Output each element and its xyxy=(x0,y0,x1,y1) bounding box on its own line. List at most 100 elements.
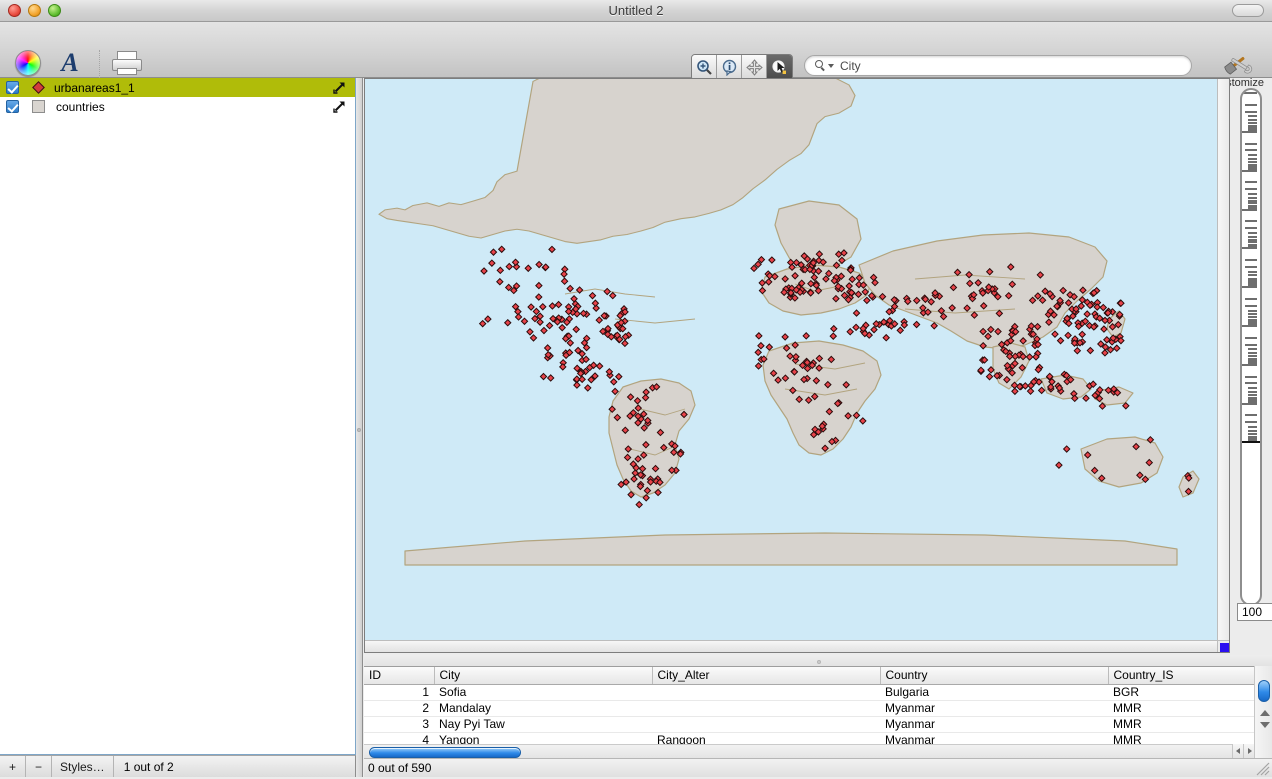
color-wheel-icon xyxy=(15,50,41,76)
zoom-scale-slider[interactable] xyxy=(1240,88,1262,606)
scale-tick xyxy=(1241,209,1257,211)
printer-icon xyxy=(112,50,142,76)
scroll-up-icon[interactable] xyxy=(1260,710,1270,716)
filter-search-input[interactable]: City xyxy=(804,55,1192,76)
layer-row-urbanareas[interactable]: urbanareas1_1 xyxy=(0,78,355,97)
select-tool-button[interactable] xyxy=(767,55,792,80)
column-header-country[interactable]: Country xyxy=(880,667,1108,684)
scale-tick xyxy=(1245,298,1257,300)
cell-city_alter xyxy=(652,700,880,716)
attribute-table[interactable]: ID City City_Alter Country Country_IS 1S… xyxy=(364,666,1272,756)
scale-tick xyxy=(1245,111,1257,113)
window-title: Untitled 2 xyxy=(0,3,1272,18)
hammer-wrench-icon xyxy=(1223,50,1253,76)
scale-tick xyxy=(1245,266,1257,268)
splitter-handle[interactable] xyxy=(357,428,361,432)
cell-city: Nay Pyi Taw xyxy=(434,716,652,732)
map-pane xyxy=(364,78,1230,653)
remove-layer-button[interactable]: − xyxy=(26,756,52,777)
window-titlebar: Untitled 2 xyxy=(0,0,1272,22)
sidebar-bottom-bar: + − Styles… 1 out of 2 xyxy=(0,755,356,777)
scale-tick xyxy=(1241,170,1257,172)
open-layer-icon[interactable] xyxy=(333,81,346,94)
world-map xyxy=(365,79,1218,641)
scale-tick xyxy=(1248,232,1257,234)
zoom-scale-panel: 100 xyxy=(1231,78,1272,653)
scale-tick xyxy=(1241,325,1257,327)
column-header-id[interactable]: ID xyxy=(364,667,434,684)
layer-list[interactable]: urbanareas1_1 countries xyxy=(0,78,356,755)
styles-button[interactable]: Styles… xyxy=(52,756,114,777)
scale-tick xyxy=(1245,421,1257,423)
map-vertical-scrollbar[interactable] xyxy=(1217,79,1229,641)
scale-tick xyxy=(1248,197,1257,199)
info-tool-button[interactable] xyxy=(717,55,742,80)
info-bubble-icon xyxy=(721,59,738,76)
table-body: 1SofiaBulgariaBGR2MandalayMyanmarMMR3Nay… xyxy=(364,684,1272,748)
map-scroll-corner xyxy=(1217,640,1229,652)
table-row[interactable]: 2MandalayMyanmarMMR xyxy=(364,700,1272,716)
cell-city_alter xyxy=(652,716,880,732)
zoom-tool-button[interactable] xyxy=(692,55,717,80)
open-layer-icon[interactable] xyxy=(333,100,346,113)
scale-tick xyxy=(1245,104,1257,106)
cell-id: 2 xyxy=(364,700,434,716)
cell-country_is: MMR xyxy=(1108,716,1272,732)
toolbar-toggle-button[interactable] xyxy=(1232,4,1264,17)
scale-tick xyxy=(1248,274,1257,276)
column-header-city-alter[interactable]: City_Alter xyxy=(652,667,880,684)
table-splitter-handle[interactable] xyxy=(817,660,821,664)
table-status-bar: 0 out of 590 xyxy=(364,758,1272,777)
zoom-scale-marker[interactable] xyxy=(1242,441,1260,443)
layer-visibility-checkbox[interactable] xyxy=(6,81,19,94)
scale-tick xyxy=(1245,305,1257,307)
sidebar-splitter[interactable] xyxy=(356,78,363,777)
table-row[interactable]: 1SofiaBulgariaBGR xyxy=(364,684,1272,700)
pan-tool-button[interactable] xyxy=(742,55,767,80)
search-icon xyxy=(815,60,826,71)
add-layer-button[interactable]: + xyxy=(0,756,26,777)
scale-tick xyxy=(1241,247,1257,249)
table-hscroll-thumb[interactable] xyxy=(369,747,521,758)
column-header-city[interactable]: City xyxy=(434,667,652,684)
table-vscroll-thumb[interactable] xyxy=(1258,680,1270,702)
scale-tick xyxy=(1248,193,1257,195)
scale-tick xyxy=(1248,348,1257,350)
resize-grip-icon[interactable] xyxy=(1256,762,1270,776)
table-scroll-right-button[interactable] xyxy=(1243,744,1254,758)
scale-tick xyxy=(1248,430,1257,432)
scale-tick xyxy=(1245,188,1257,190)
map-horizontal-scrollbar[interactable] xyxy=(365,640,1218,652)
table-horizontal-scrollbar[interactable] xyxy=(364,744,1254,758)
main-toolbar: Colors A Fonts Print xyxy=(0,22,1272,78)
magnifier-plus-icon xyxy=(696,59,713,76)
scale-tick xyxy=(1245,220,1257,222)
table-row[interactable]: 3Nay Pyi TawMyanmarMMR xyxy=(364,716,1272,732)
zoom-value-input[interactable]: 100 xyxy=(1237,603,1272,621)
table-vertical-scrollbar[interactable] xyxy=(1254,666,1272,758)
layer-name: urbanareas1_1 xyxy=(54,81,135,95)
scale-tick xyxy=(1248,271,1257,273)
square-symbol-icon xyxy=(32,100,45,113)
cell-country: Bulgaria xyxy=(880,684,1108,700)
scale-tick xyxy=(1248,387,1257,389)
cell-id: 1 xyxy=(364,684,434,700)
diamond-symbol-icon xyxy=(32,81,45,94)
column-header-country-is[interactable]: Country_IS xyxy=(1108,667,1272,684)
map-tools-group xyxy=(691,54,793,81)
scale-tick xyxy=(1241,92,1257,94)
cell-city: Mandalay xyxy=(434,700,652,716)
scale-tick xyxy=(1241,131,1257,133)
scroll-down-icon[interactable] xyxy=(1260,722,1270,728)
scale-tick xyxy=(1248,352,1257,354)
chevron-down-icon[interactable] xyxy=(828,64,834,68)
scale-tick xyxy=(1248,158,1257,160)
map-canvas[interactable] xyxy=(365,79,1218,641)
cell-id: 3 xyxy=(364,716,434,732)
layer-name: countries xyxy=(56,100,105,114)
table-scroll-left-button[interactable] xyxy=(1232,744,1243,758)
scale-tick xyxy=(1245,344,1257,346)
layer-row-countries[interactable]: countries xyxy=(0,97,355,116)
record-count-label: 0 out of 590 xyxy=(368,761,431,775)
layer-visibility-checkbox[interactable] xyxy=(6,100,19,113)
